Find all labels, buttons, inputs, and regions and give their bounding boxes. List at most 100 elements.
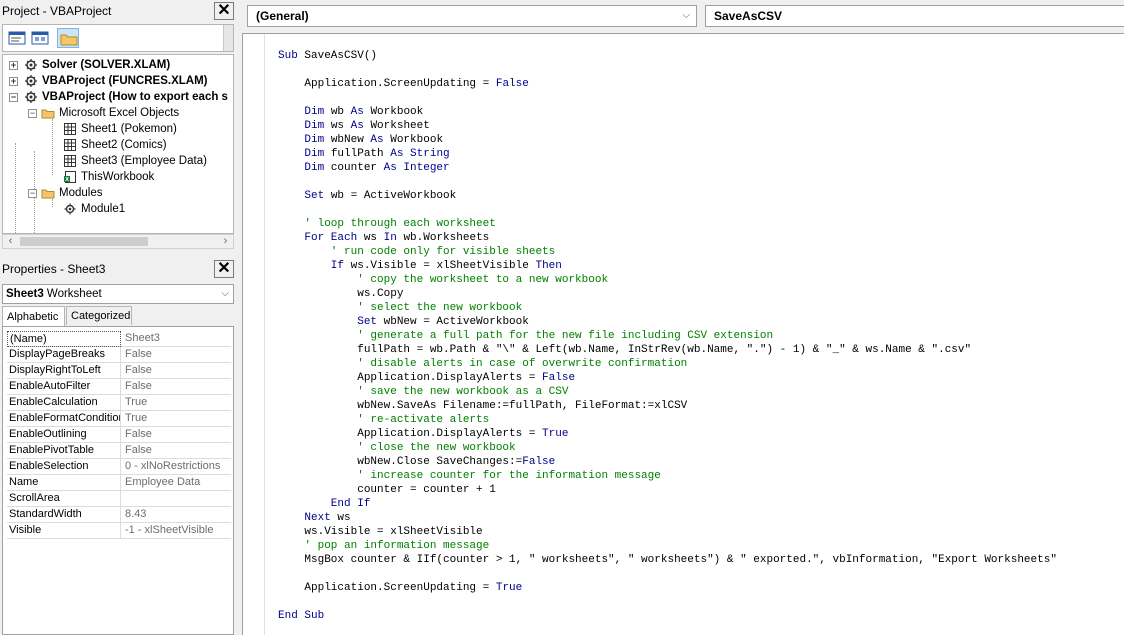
object-select-dropdown[interactable]: Sheet3 Worksheet ⌵ [2, 284, 234, 304]
property-value[interactable] [123, 491, 231, 507]
code-line[interactable]: ' run code only for visible sheets [278, 245, 1057, 259]
tree-node-solver[interactable]: + Solver (SOLVER.XLAM) [9, 57, 170, 73]
property-value[interactable]: 0 - xlNoRestrictions [123, 459, 231, 475]
tree-node-sheet2[interactable]: Sheet2 (Comics) [63, 137, 167, 153]
code-line[interactable] [278, 63, 1057, 77]
view-object-icon[interactable] [29, 28, 51, 48]
property-value[interactable]: False [123, 443, 231, 459]
property-row[interactable]: EnableAutoFilter False [7, 379, 231, 395]
tree-expander[interactable]: + [9, 60, 18, 70]
code-line[interactable] [278, 91, 1057, 105]
property-value[interactable]: True [123, 395, 231, 411]
property-value[interactable]: False [123, 347, 231, 363]
property-row[interactable]: EnableCalculation True [7, 395, 231, 411]
property-value[interactable]: -1 - xlSheetVisible [123, 523, 231, 539]
code-line[interactable]: Sub SaveAsCSV() [278, 49, 1057, 63]
code-line[interactable]: Dim ws As Worksheet [278, 119, 1057, 133]
tree-expander[interactable]: + [9, 76, 18, 86]
tree-node-sheet3[interactable]: Sheet3 (Employee Data) [63, 153, 207, 169]
code-line[interactable]: ' generate a full path for the new file … [278, 329, 1057, 343]
property-row[interactable]: EnableFormatConditions True [7, 411, 231, 427]
property-row[interactable]: ScrollArea [7, 491, 231, 507]
property-value[interactable]: False [123, 363, 231, 379]
property-value[interactable]: True [123, 411, 231, 427]
tab-categorized[interactable]: Categorized [66, 306, 132, 325]
code-line[interactable]: MsgBox counter & IIf(counter > 1, " work… [278, 553, 1057, 567]
code-line[interactable] [278, 595, 1057, 609]
code-lines[interactable]: Sub SaveAsCSV() Application.ScreenUpdati… [278, 49, 1057, 623]
code-line[interactable]: ' re-activate alerts [278, 413, 1057, 427]
tree-node-funcres[interactable]: + VBAProject (FUNCRES.XLAM) [9, 73, 207, 89]
property-row[interactable]: Name Employee Data [7, 475, 231, 491]
property-row[interactable]: DisplayRightToLeft False [7, 363, 231, 379]
code-line[interactable]: Dim wb As Workbook [278, 105, 1057, 119]
view-code-icon[interactable] [6, 28, 28, 48]
scroll-thumb[interactable] [20, 237, 148, 246]
tab-alphabetic[interactable]: Alphabetic [2, 306, 65, 326]
code-line[interactable]: End Sub [278, 609, 1057, 623]
code-editor[interactable]: Sub SaveAsCSV() Application.ScreenUpdati… [242, 33, 1124, 635]
tree-node-module1[interactable]: Module1 [63, 201, 125, 217]
project-close-icon[interactable]: ✕ [214, 2, 234, 20]
code-line[interactable]: ' pop an information message [278, 539, 1057, 553]
code-margin[interactable] [243, 34, 265, 635]
toolbar-scroll-handle[interactable] [223, 25, 233, 51]
code-line[interactable]: counter = counter + 1 [278, 483, 1057, 497]
property-row[interactable]: Visible -1 - xlSheetVisible [7, 523, 231, 539]
code-line[interactable]: Dim counter As Integer [278, 161, 1057, 175]
property-row[interactable]: EnableSelection 0 - xlNoRestrictions [7, 459, 231, 475]
code-line[interactable]: Application.ScreenUpdating = True [278, 581, 1057, 595]
code-line[interactable]: Set wb = ActiveWorkbook [278, 189, 1057, 203]
tree-node-sheet1[interactable]: Sheet1 (Pokemon) [63, 121, 177, 137]
property-value[interactable]: 8.43 [123, 507, 231, 523]
property-row[interactable]: StandardWidth 8.43 [7, 507, 231, 523]
code-line[interactable]: End If [278, 497, 1057, 511]
property-row[interactable]: DisplayPageBreaks False [7, 347, 231, 363]
procedure-dropdown[interactable]: SaveAsCSV [705, 5, 1124, 27]
code-line[interactable]: fullPath = wb.Path & "\" & Left(wb.Name,… [278, 343, 1057, 357]
code-line[interactable] [278, 203, 1057, 217]
code-line[interactable]: ws.Copy [278, 287, 1057, 301]
code-line[interactable]: Application.DisplayAlerts = False [278, 371, 1057, 385]
properties-close-icon[interactable]: ✕ [214, 260, 234, 278]
code-line[interactable]: For Each ws In wb.Worksheets [278, 231, 1057, 245]
tree-expander[interactable]: − [28, 108, 37, 118]
tree-node-vbaproject-main[interactable]: − VBAProject (How to export each s [9, 89, 228, 105]
property-row[interactable]: EnablePivotTable False [7, 443, 231, 459]
tree-node-modules[interactable]: − Modules [28, 185, 102, 201]
object-dropdown[interactable]: (General) ⌵ [247, 5, 697, 27]
code-line[interactable]: Dim fullPath As String [278, 147, 1057, 161]
tree-horizontal-scrollbar[interactable]: ‹ › [2, 234, 234, 249]
code-line[interactable]: wbNew.SaveAs Filename:=fullPath, FileFor… [278, 399, 1057, 413]
tree-expander[interactable]: − [9, 92, 18, 102]
property-value[interactable]: False [123, 427, 231, 443]
code-line[interactable]: Next ws [278, 511, 1057, 525]
tree-node-thisworkbook[interactable]: X ThisWorkbook [63, 169, 154, 185]
code-line[interactable]: Application.DisplayAlerts = True [278, 427, 1057, 441]
code-line[interactable]: ws.Visible = xlSheetVisible [278, 525, 1057, 539]
code-line[interactable] [278, 175, 1057, 189]
code-line[interactable]: ' save the new workbook as a CSV [278, 385, 1057, 399]
tree-node-excel-objects[interactable]: − Microsoft Excel Objects [28, 105, 179, 121]
property-value[interactable]: Sheet3 [123, 331, 231, 347]
code-line[interactable]: Set wbNew = ActiveWorkbook [278, 315, 1057, 329]
code-line[interactable]: ' copy the worksheet to a new workbook [278, 273, 1057, 287]
code-line[interactable]: ' increase counter for the information m… [278, 469, 1057, 483]
scroll-left-icon[interactable]: ‹ [3, 235, 18, 248]
code-line[interactable]: If ws.Visible = xlSheetVisible Then [278, 259, 1057, 273]
code-line[interactable]: ' select the new workbook [278, 301, 1057, 315]
code-line[interactable]: ' close the new workbook [278, 441, 1057, 455]
code-line[interactable]: Application.ScreenUpdating = False [278, 77, 1057, 91]
code-line[interactable]: Dim wbNew As Workbook [278, 133, 1057, 147]
code-line[interactable]: wbNew.Close SaveChanges:=False [278, 455, 1057, 469]
property-value[interactable]: Employee Data [123, 475, 231, 491]
toggle-folders-icon[interactable] [57, 28, 79, 48]
code-line[interactable]: ' disable alerts in case of overwrite co… [278, 357, 1057, 371]
property-row[interactable]: (Name) Sheet3 [7, 331, 231, 347]
tree-expander[interactable]: − [28, 188, 37, 198]
code-line[interactable]: ' loop through each worksheet [278, 217, 1057, 231]
scroll-right-icon[interactable]: › [218, 235, 233, 248]
property-row[interactable]: EnableOutlining False [7, 427, 231, 443]
code-line[interactable] [278, 567, 1057, 581]
property-value[interactable]: False [123, 379, 231, 395]
